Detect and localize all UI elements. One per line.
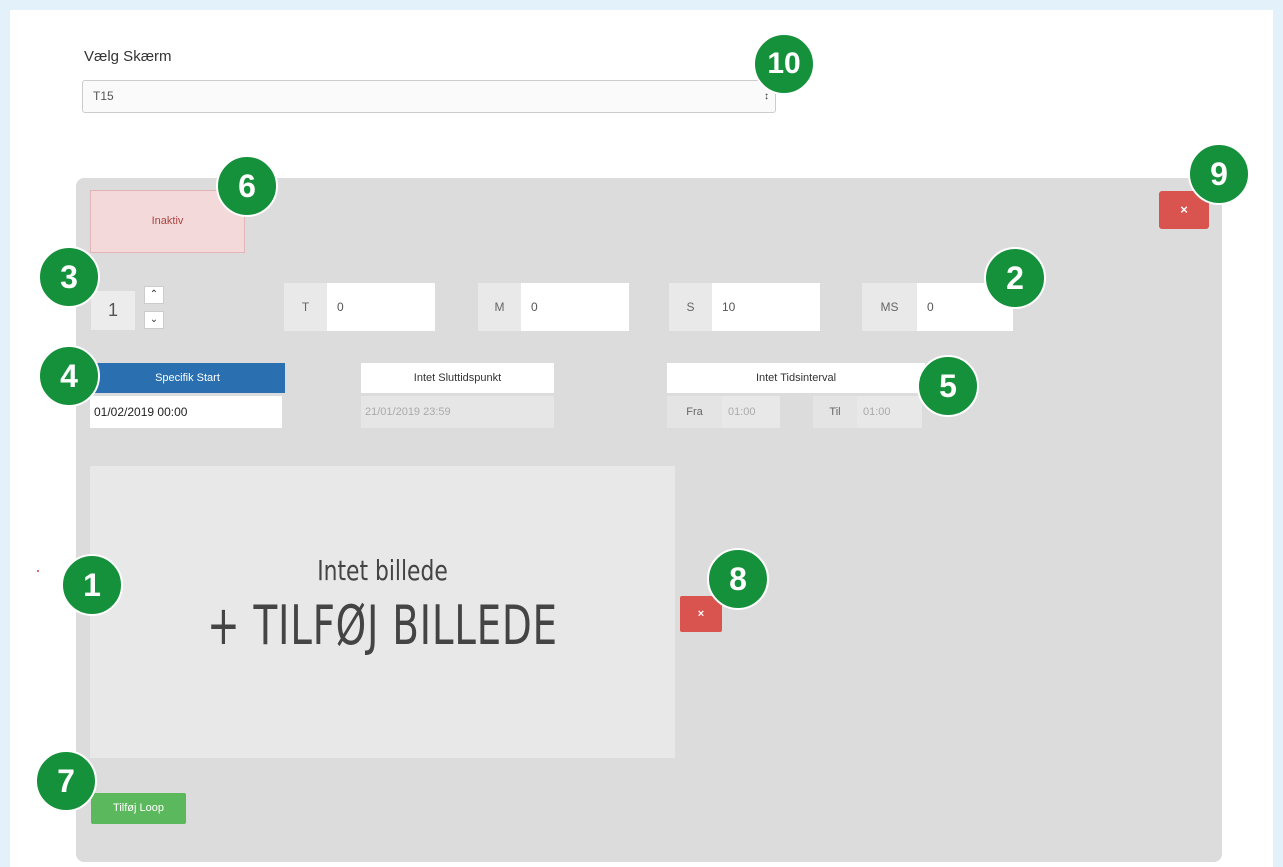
duration-minutes-input[interactable]: 0	[521, 283, 629, 331]
badge-4: 4	[38, 345, 100, 407]
duration-minutes-group: M 0	[478, 283, 629, 331]
no-interval-button[interactable]: Intet Tidsinterval	[667, 363, 925, 393]
duration-minutes-label: M	[478, 283, 521, 331]
badge-9: 9	[1188, 143, 1250, 205]
end-date-input: 21/01/2019 23:59	[361, 396, 554, 428]
duration-hours-input[interactable]: 0	[327, 283, 435, 331]
badge-8: 8	[707, 548, 769, 610]
interval-from-input: 01:00	[722, 396, 780, 428]
screen-select[interactable]: T15 ↕	[82, 80, 776, 113]
badge-1: 1	[61, 554, 123, 616]
screen-select-value: T15	[93, 89, 114, 103]
duration-ms-label: MS	[862, 283, 917, 331]
duration-seconds-group: S 10	[669, 283, 820, 331]
specific-start-button[interactable]: Specifik Start	[90, 363, 285, 393]
no-image-text: Intet billede	[317, 554, 448, 587]
badge-6: 6	[216, 155, 278, 217]
order-down-icon[interactable]: ⌄	[144, 311, 164, 329]
order-up-icon[interactable]: ⌃	[144, 286, 164, 304]
badge-5: 5	[917, 355, 979, 417]
badge-2: 2	[984, 247, 1046, 309]
badge-10: 10	[753, 33, 815, 95]
no-end-button[interactable]: Intet Sluttidspunkt	[361, 363, 554, 393]
add-image-area[interactable]: Intet billede + TILFØJ BILLEDE	[90, 466, 675, 758]
duration-seconds-input[interactable]: 10	[712, 283, 820, 331]
badge-3: 3	[38, 246, 100, 308]
interval-from-label: Fra	[667, 396, 722, 428]
stray-mark	[37, 570, 39, 572]
interval-to-label: Til	[813, 396, 857, 428]
duration-hours-group: T 0	[284, 283, 435, 331]
start-date-input[interactable]: 01/02/2019 00:00	[90, 396, 282, 428]
add-image-text: + TILFØJ BILLEDE	[207, 594, 558, 657]
badge-7: 7	[35, 750, 97, 812]
interval-to-input: 01:00	[857, 396, 922, 428]
add-loop-button[interactable]: Tilføj Loop	[91, 793, 186, 824]
duration-hours-label: T	[284, 283, 327, 331]
duration-seconds-label: S	[669, 283, 712, 331]
order-number: 1	[91, 291, 135, 330]
screen-select-label: Vælg Skærm	[84, 48, 172, 65]
